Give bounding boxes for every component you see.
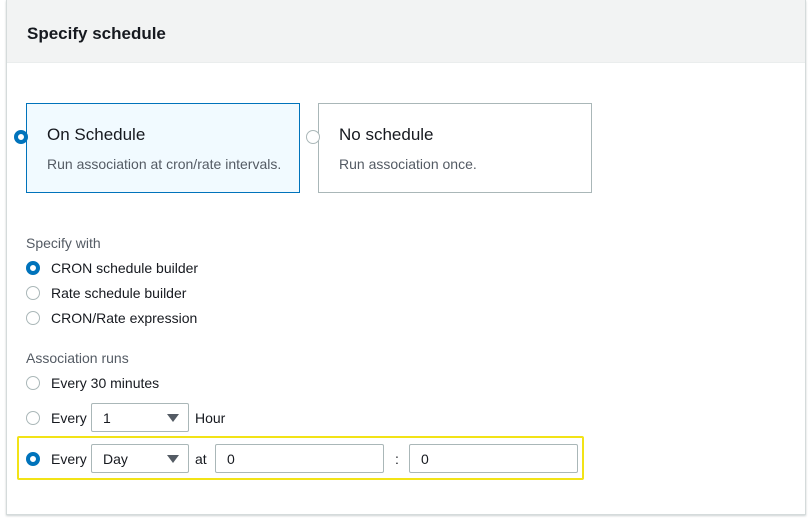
option-label: CRON/Rate expression xyxy=(51,310,198,326)
hour-input[interactable]: 0 xyxy=(215,444,384,473)
cron-rate-expression-radio[interactable] xyxy=(26,311,40,325)
on-schedule-tile[interactable]: On Schedule Run association at cron/rate… xyxy=(14,103,300,193)
panel-header: Specify schedule xyxy=(7,0,805,63)
option-label: Every xyxy=(51,451,87,467)
specify-with-label: Specify with xyxy=(26,235,101,251)
no-schedule-radio[interactable] xyxy=(306,129,320,144)
input-value: 0 xyxy=(227,451,235,467)
on-schedule-radio[interactable] xyxy=(14,129,28,144)
cron-builder-option[interactable]: CRON schedule builder xyxy=(26,258,198,278)
tile-title: On Schedule xyxy=(47,125,146,144)
day-interval-select[interactable]: Day xyxy=(91,444,189,473)
rate-builder-option[interactable]: Rate schedule builder xyxy=(26,283,186,303)
select-value: 1 xyxy=(103,410,111,426)
tile-description: Run association at cron/rate intervals. xyxy=(47,156,282,172)
select-value: Day xyxy=(103,451,128,467)
panel-title: Specify schedule xyxy=(27,24,166,43)
caret-down-icon xyxy=(167,455,179,463)
input-value: 0 xyxy=(421,451,429,467)
every-30-minutes-radio[interactable] xyxy=(26,376,40,390)
cron-rate-expression-option[interactable]: CRON/Rate expression xyxy=(26,308,197,328)
no-schedule-tile[interactable]: No schedule Run association once. xyxy=(306,103,592,193)
tile-title: No schedule xyxy=(339,125,434,144)
cron-builder-radio[interactable] xyxy=(26,261,40,275)
every-30-minutes-option[interactable]: Every 30 minutes xyxy=(26,373,159,393)
option-label: Every 30 minutes xyxy=(51,375,160,391)
every-hour-radio[interactable] xyxy=(26,411,40,425)
rate-builder-radio[interactable] xyxy=(26,286,40,300)
caret-down-icon xyxy=(167,414,179,422)
option-label: CRON schedule builder xyxy=(51,260,199,276)
minute-input[interactable]: 0 xyxy=(409,444,578,473)
hour-interval-select[interactable]: 1 xyxy=(91,403,189,432)
every-day-radio[interactable] xyxy=(26,452,40,466)
option-label: Every xyxy=(51,410,87,426)
every-hour-option[interactable]: Every xyxy=(26,408,87,428)
option-label: Rate schedule builder xyxy=(51,285,187,301)
time-separator: : xyxy=(395,451,399,467)
at-label: at xyxy=(195,451,207,467)
hour-unit-label: Hour xyxy=(195,410,226,426)
tile-description: Run association once. xyxy=(339,156,477,172)
every-day-option[interactable]: Every xyxy=(26,449,87,469)
association-runs-label: Association runs xyxy=(26,350,129,366)
